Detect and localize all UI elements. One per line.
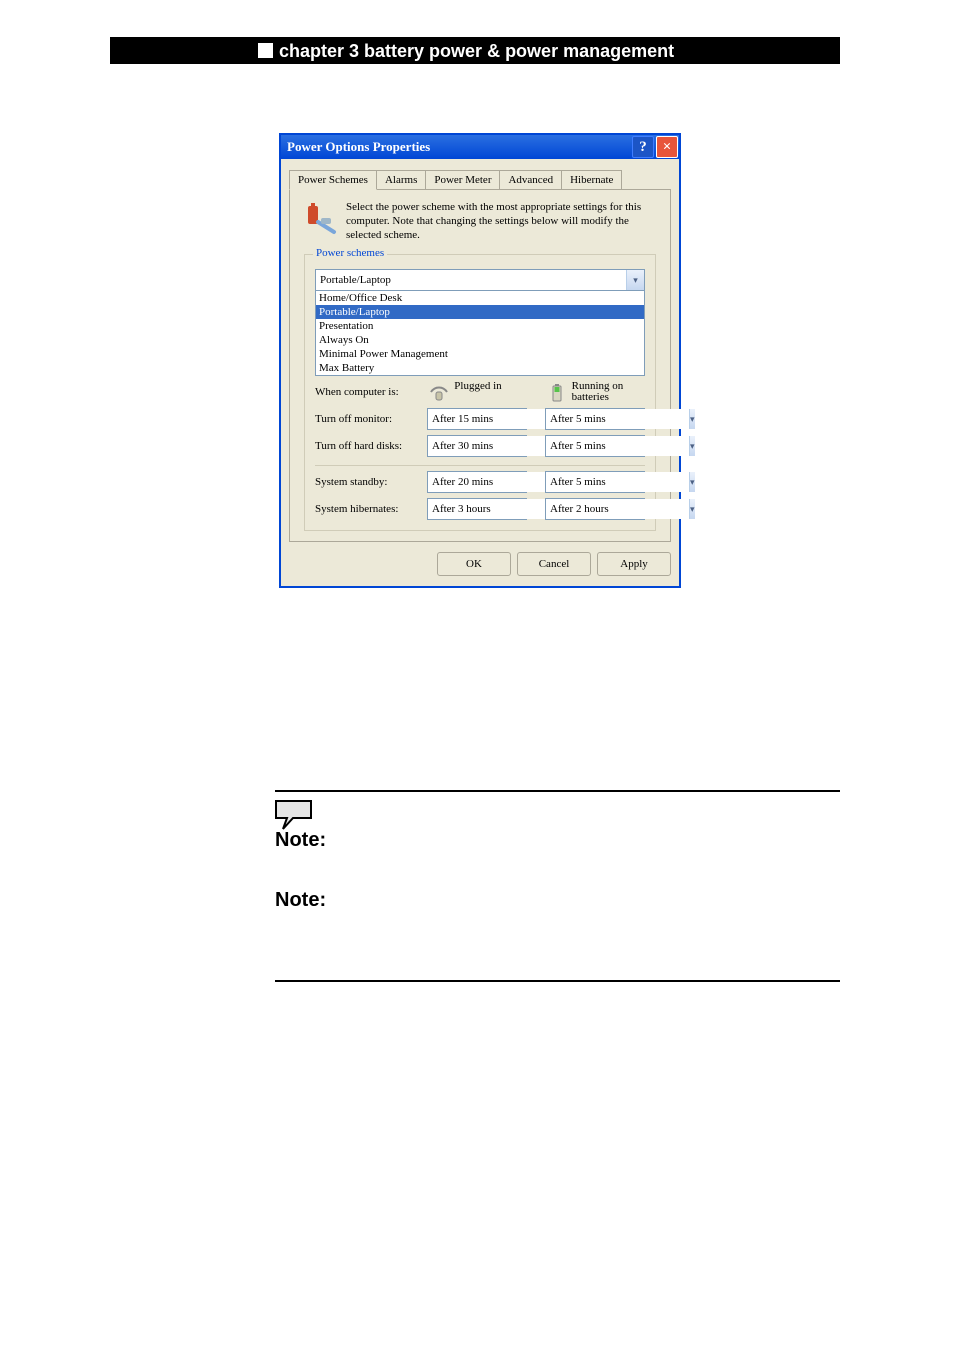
- monitor-plugged-combo[interactable]: ▾: [427, 408, 527, 430]
- combo-value[interactable]: [546, 472, 689, 492]
- list-item[interactable]: Portable/Laptop: [316, 305, 644, 319]
- tab-strip: Power Schemes Alarms Power Meter Advance…: [289, 165, 671, 190]
- chevron-down-icon[interactable]: ▾: [689, 499, 695, 519]
- intro-row: Select the power scheme with the most ap…: [304, 200, 656, 242]
- setting-row: Turn off monitor: ▾ ▾: [315, 408, 645, 430]
- note-label: Note:: [275, 830, 840, 850]
- tab-hibernate[interactable]: Hibernate: [561, 170, 622, 189]
- list-item[interactable]: Max Battery: [316, 361, 644, 375]
- note-block: Note: Note:: [275, 790, 840, 982]
- setting-row: System hibernates: ▾ ▾: [315, 498, 645, 520]
- hibernate-battery-combo[interactable]: ▾: [545, 498, 645, 520]
- help-button[interactable]: ?: [632, 136, 654, 158]
- chevron-down-icon[interactable]: ▾: [626, 270, 644, 290]
- dialog-title: Power Options Properties: [287, 135, 430, 159]
- header-square-icon: [258, 43, 273, 58]
- monitor-battery-combo[interactable]: ▾: [545, 408, 645, 430]
- power-schemes-legend: Power schemes: [313, 247, 387, 259]
- scheme-input[interactable]: [316, 270, 626, 290]
- close-button[interactable]: ×: [656, 136, 678, 158]
- tab-content: Select the power scheme with the most ap…: [289, 190, 671, 542]
- list-item[interactable]: Presentation: [316, 319, 644, 333]
- battery-icon: [546, 381, 568, 403]
- ok-button[interactable]: OK: [437, 552, 511, 576]
- when-label: When computer is:: [315, 386, 428, 398]
- scheme-list[interactable]: Home/Office Desk Portable/Laptop Present…: [315, 291, 645, 376]
- list-item[interactable]: Minimal Power Management: [316, 347, 644, 361]
- row-label: Turn off hard disks:: [315, 440, 427, 452]
- note-label-2: Note:: [275, 890, 840, 910]
- page-header-bar: chapter 3 battery power & power manageme…: [110, 37, 840, 64]
- chevron-down-icon[interactable]: ▾: [689, 409, 695, 429]
- combo-value[interactable]: [546, 436, 689, 456]
- tab-advanced[interactable]: Advanced: [499, 170, 562, 189]
- plugged-label: Plugged in: [454, 381, 501, 392]
- page-title: chapter 3 battery power & power manageme…: [279, 42, 674, 60]
- scheme-combo[interactable]: ▾: [315, 269, 645, 291]
- disks-plugged-combo[interactable]: ▾: [427, 435, 527, 457]
- chevron-down-icon[interactable]: ▾: [689, 472, 695, 492]
- power-options-dialog: Power Options Properties ? × Power Schem…: [279, 133, 681, 588]
- combo-value[interactable]: [546, 499, 689, 519]
- columns-header: When computer is: Plugged in: [315, 381, 645, 403]
- callout-icon: [275, 800, 317, 830]
- dialog-buttons: OK Cancel Apply: [289, 542, 671, 576]
- list-item[interactable]: Always On: [316, 333, 644, 347]
- row-label: System hibernates:: [315, 503, 427, 515]
- separator: [315, 465, 645, 466]
- tab-power-meter[interactable]: Power Meter: [425, 170, 500, 189]
- hibernate-plugged-combo[interactable]: ▾: [427, 498, 527, 520]
- setting-row: System standby: ▾ ▾: [315, 471, 645, 493]
- chevron-down-icon[interactable]: ▾: [689, 436, 695, 456]
- standby-plugged-combo[interactable]: ▾: [427, 471, 527, 493]
- plug-icon: [428, 381, 450, 403]
- disks-battery-combo[interactable]: ▾: [545, 435, 645, 457]
- help-icon: ?: [639, 135, 647, 159]
- list-item[interactable]: Home/Office Desk: [316, 291, 644, 305]
- tab-alarms[interactable]: Alarms: [376, 170, 426, 189]
- tab-power-schemes[interactable]: Power Schemes: [289, 170, 377, 190]
- dialog-titlebar[interactable]: Power Options Properties ? ×: [281, 135, 679, 159]
- apply-button[interactable]: Apply: [597, 552, 671, 576]
- power-schemes-group: Power schemes ▾ Home/Office Desk Portabl…: [304, 254, 656, 531]
- battery-plug-icon: [304, 200, 340, 236]
- row-label: Turn off monitor:: [315, 413, 427, 425]
- combo-value[interactable]: [546, 409, 689, 429]
- setting-row: Turn off hard disks: ▾ ▾: [315, 435, 645, 457]
- standby-battery-combo[interactable]: ▾: [545, 471, 645, 493]
- cancel-button[interactable]: Cancel: [517, 552, 591, 576]
- intro-text: Select the power scheme with the most ap…: [346, 200, 656, 242]
- row-label: System standby:: [315, 476, 427, 488]
- battery-label-bot: batteries: [572, 392, 624, 403]
- close-icon: ×: [663, 140, 672, 155]
